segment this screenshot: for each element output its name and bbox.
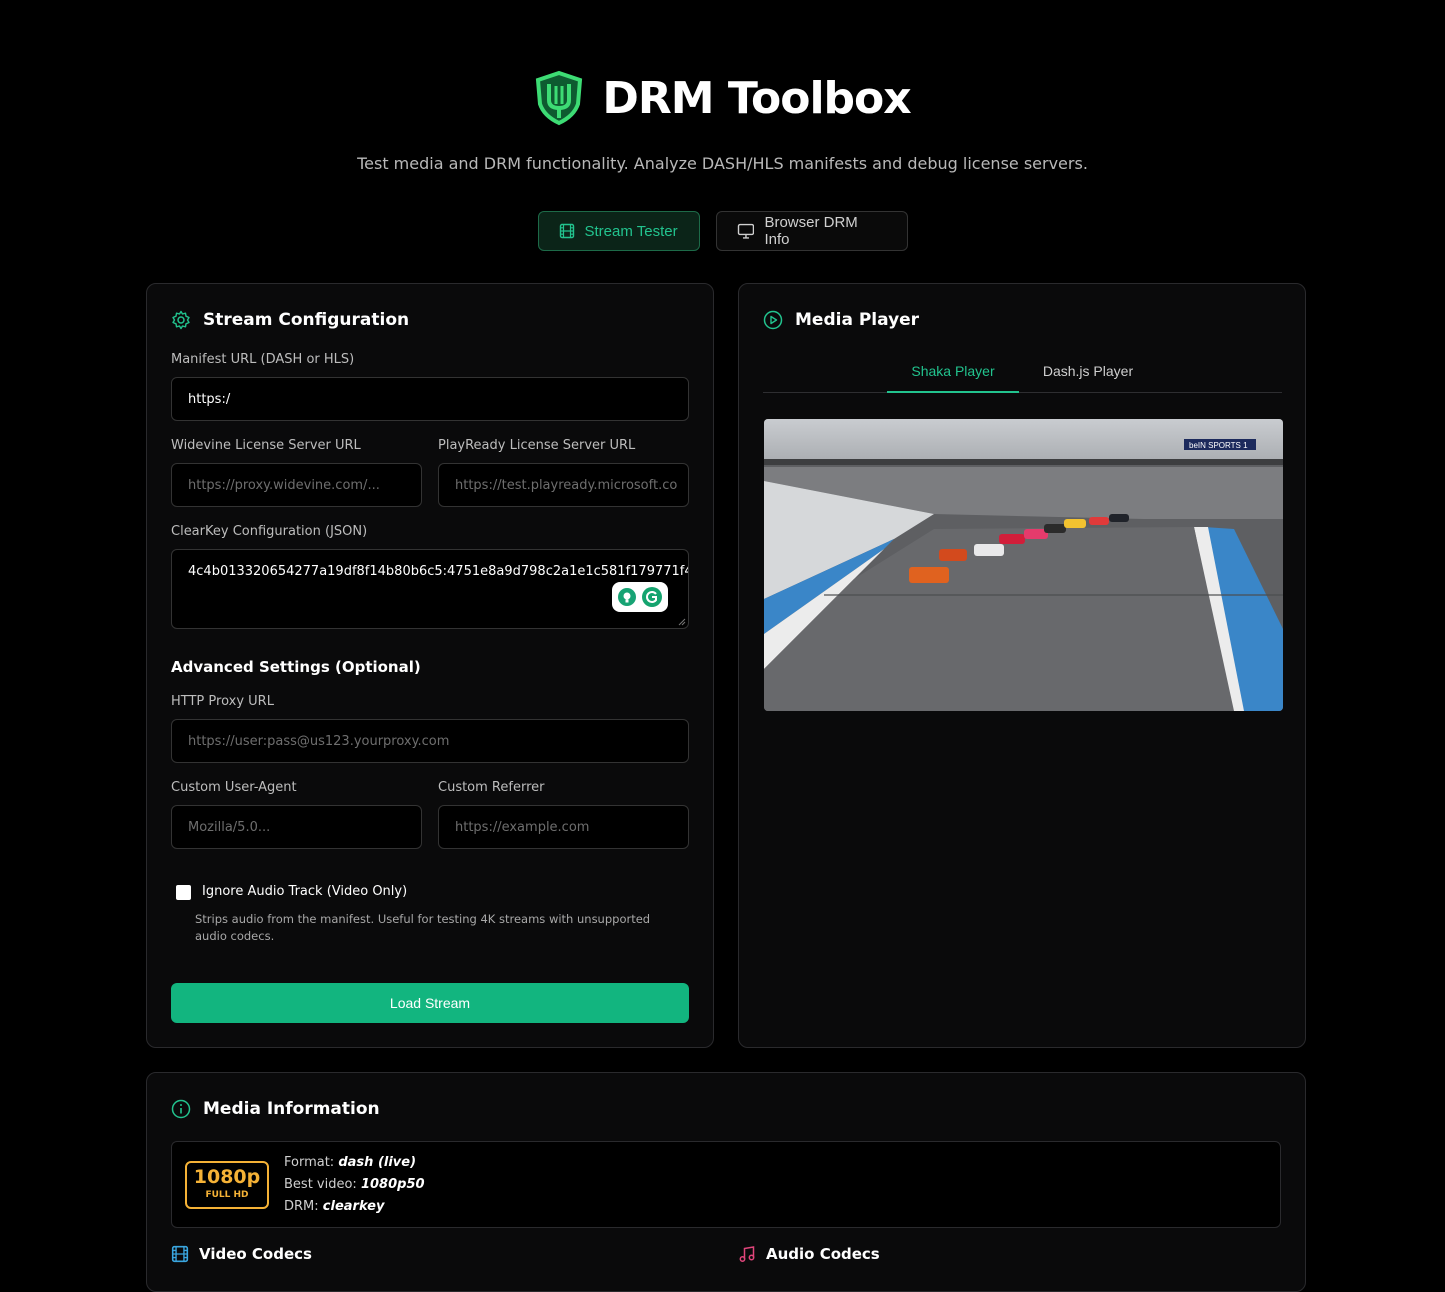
card-header: Media Information (171, 1099, 380, 1119)
tab-label: Browser DRM Info (764, 214, 858, 248)
best-video-row: Best video: 1080p50 (284, 1177, 425, 1192)
tab-dashjs-player[interactable]: Dash.js Player (1029, 363, 1147, 379)
active-tab-indicator (887, 391, 1019, 393)
best-video-value: 1080p50 (360, 1177, 425, 1192)
video-player[interactable]: beIN SPORTS 1 (764, 419, 1283, 711)
format-row: Format: dash (live) (284, 1155, 417, 1170)
media-meta: Format: dash (live) Best video: 1080p50 … (284, 1152, 425, 1218)
resize-handle-icon[interactable] (678, 618, 686, 626)
ignore-audio-label: Ignore Audio Track (Video Only) (202, 884, 408, 899)
card-header: Media Player (763, 310, 919, 330)
ignore-audio-help: Strips audio from the manifest. Useful f… (195, 912, 651, 943)
tab-browser-drm-info[interactable]: Browser DRM Info (715, 211, 908, 251)
brand: DRM Toolbox (0, 70, 1445, 126)
gear-icon (172, 310, 190, 330)
clearkey-label: ClearKey Configuration (JSON) (171, 524, 368, 539)
clearkey-textarea[interactable]: 4c4b013320654277a19df8f14b80b6c5:4751e8a… (171, 549, 689, 629)
playready-label: PlayReady License Server URL (438, 438, 636, 453)
card-title: Media Player (795, 310, 920, 330)
video-codecs-header: Video Codecs (171, 1245, 312, 1263)
audio-codecs-header: Audio Codecs (738, 1245, 880, 1263)
manifest-url-input[interactable]: https:/ (171, 377, 689, 421)
app-title: DRM Toolbox (602, 72, 911, 124)
proxy-url-input[interactable]: https://user:pass@us123.yourproxy.com (171, 719, 689, 763)
main-tabs: Stream Tester Browser DRM Info (0, 211, 1445, 251)
referrer-label: Custom Referrer (438, 780, 545, 795)
user-agent-input[interactable]: Mozilla/5.0... (171, 805, 422, 849)
player-tabs-divider (763, 392, 1282, 393)
referrer-input[interactable]: https://example.com (438, 805, 689, 849)
race-video-frame: beIN SPORTS 1 (764, 419, 1283, 711)
drm-value: clearkey (322, 1199, 385, 1214)
resolution-badge-main: 1080p (193, 1166, 261, 1188)
audio-codecs-title: Audio Codecs (766, 1245, 880, 1263)
channel-logo: beIN SPORTS 1 (1189, 441, 1248, 450)
card-header: Stream Configuration (171, 310, 409, 330)
proxy-label: HTTP Proxy URL (171, 694, 274, 709)
advanced-settings-title: Advanced Settings (Optional) (171, 658, 421, 676)
widevine-label: Widevine License Server URL (171, 438, 361, 453)
shield-logo-icon (536, 70, 583, 126)
user-agent-label: Custom User-Agent (171, 780, 297, 795)
resolution-badge-sub: FULL HD (205, 1190, 249, 1200)
monitor-icon (737, 223, 754, 239)
film-icon (559, 223, 574, 239)
ignore-audio-checkbox[interactable] (176, 885, 191, 900)
playready-url-input[interactable]: https://test.playready.microsoft.co (438, 463, 689, 507)
widevine-url-input[interactable]: https://proxy.widevine.com/... (171, 463, 422, 507)
media-information-card: Media Information 1080p FULL HD Format: … (146, 1072, 1306, 1292)
manifest-url-label: Manifest URL (DASH or HLS) (171, 352, 355, 367)
drm-row: DRM: clearkey (284, 1199, 385, 1214)
media-summary-box: 1080p FULL HD Format: dash (live) Best v… (171, 1141, 1281, 1228)
music-note-icon (739, 1246, 755, 1262)
media-player-card: Media Player Shaka Player Dash.js Player (738, 283, 1306, 1048)
page-header: DRM Toolbox Test media and DRM functiona… (0, 70, 1445, 173)
resolution-badge: 1080p FULL HD (185, 1161, 269, 1209)
clearkey-value: 4c4b013320654277a19df8f14b80b6c5:4751e8a… (188, 564, 689, 579)
play-circle-icon (763, 310, 783, 330)
tab-stream-tester[interactable]: Stream Tester (537, 211, 700, 251)
grammarly-icon (642, 587, 662, 607)
card-title: Media Information (203, 1099, 380, 1119)
app-subtitle: Test media and DRM functionality. Analyz… (357, 154, 1088, 173)
info-icon (171, 1099, 191, 1119)
load-stream-button[interactable]: Load Stream (171, 983, 689, 1023)
card-title: Stream Configuration (203, 310, 410, 330)
tab-shaka-player[interactable]: Shaka Player (887, 363, 1019, 379)
stream-configuration-card: Stream Configuration Manifest URL (DASH … (146, 283, 714, 1048)
format-value: dash (live) (338, 1155, 417, 1170)
grammarly-widget[interactable] (612, 582, 668, 612)
tab-label: Stream Tester (584, 222, 678, 240)
video-codecs-title: Video Codecs (199, 1245, 312, 1263)
film-icon (171, 1245, 189, 1263)
lightbulb-icon (618, 588, 636, 606)
